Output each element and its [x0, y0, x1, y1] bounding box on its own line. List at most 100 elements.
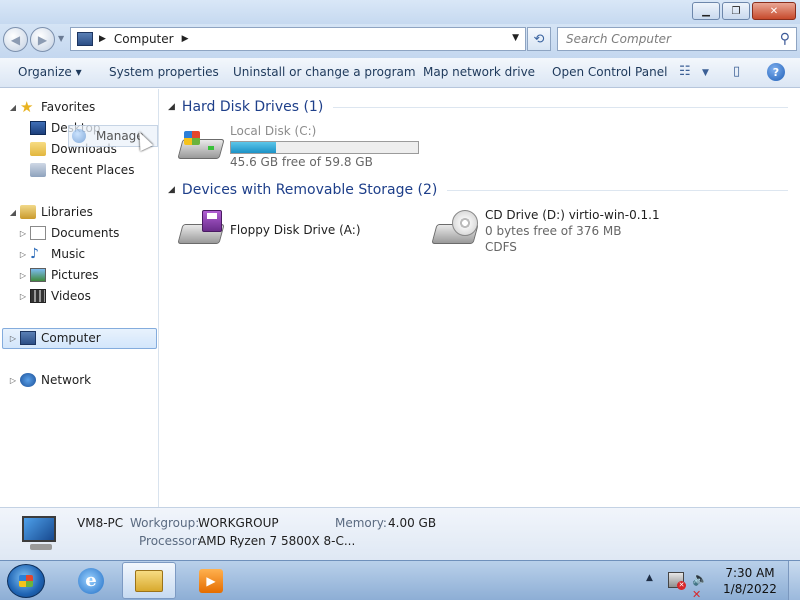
- breadcrumb-computer[interactable]: Computer: [114, 32, 174, 46]
- drive-free-space: 0 bytes free of 376 MB: [485, 224, 622, 238]
- network-status-icon[interactable]: ✕: [668, 572, 686, 590]
- nav-label: Libraries: [41, 205, 93, 219]
- windows-flag-icon: [184, 131, 200, 145]
- media-player-icon: ▶: [199, 568, 223, 593]
- drive-free-space: 45.6 GB free of 59.8 GB: [230, 155, 373, 169]
- close-button[interactable]: ✕: [752, 2, 796, 20]
- processor-label: Processor:: [139, 534, 201, 548]
- nav-label: Computer: [41, 331, 101, 345]
- back-button[interactable]: ◀: [3, 27, 28, 52]
- nav-favorites[interactable]: ◢ ★ Favorites: [8, 97, 95, 117]
- nav-pictures[interactable]: ▷ Pictures: [18, 265, 99, 285]
- nav-network[interactable]: ▷ Network: [8, 370, 91, 390]
- nav-label: Music: [51, 247, 86, 261]
- map-network-drive-button[interactable]: Map network drive: [423, 65, 535, 79]
- view-dropdown-icon[interactable]: ▼: [702, 68, 709, 78]
- processor-value: AMD Ryzen 7 5800X 8-C...: [198, 534, 356, 548]
- star-icon: ★: [20, 98, 34, 116]
- nav-music[interactable]: ▷ ♪ Music: [18, 244, 85, 264]
- recent-pages-dropdown[interactable]: ▼: [58, 34, 64, 43]
- uninstall-program-button[interactable]: Uninstall or change a program: [233, 65, 416, 79]
- system-properties-button[interactable]: System properties: [109, 65, 219, 79]
- cd-drive-icon: [431, 210, 479, 244]
- nav-libraries[interactable]: ◢ Libraries: [8, 202, 93, 222]
- nav-label: Documents: [51, 226, 120, 240]
- workgroup-value: WORKGROUP: [198, 516, 279, 530]
- disk-usage-bar: [230, 141, 419, 154]
- hard-disk-group-header[interactable]: ◢ Hard Disk Drives (1): [168, 97, 788, 117]
- organize-button[interactable]: Organize ▾: [18, 65, 82, 79]
- floppy-drive-item[interactable]: Floppy Disk Drive (A:): [160, 204, 410, 254]
- cd-drive-item[interactable]: CD Drive (D:) virtio-win-0.1.1 0 bytes f…: [430, 204, 730, 264]
- windows-logo-icon: [19, 575, 33, 587]
- refresh-icon: ⟲: [533, 31, 545, 47]
- group-divider: [447, 189, 788, 191]
- group-divider: [333, 106, 788, 108]
- nav-recent-places[interactable]: Recent Places: [28, 160, 134, 180]
- nav-documents[interactable]: ▷ Documents: [18, 223, 119, 243]
- libraries-icon: [20, 205, 36, 219]
- expanded-arrow-icon[interactable]: ◢: [168, 102, 175, 112]
- minimize-button[interactable]: ▁: [692, 2, 720, 20]
- address-bar[interactable]: ▶ Computer ▶ ▼: [70, 27, 526, 51]
- address-row: ◀ ▶ ▼ ▶ Computer ▶ ▼ ⟲ Search Computer ⚲: [0, 24, 800, 58]
- nav-label: Videos: [51, 289, 91, 303]
- address-dropdown-icon[interactable]: ▼: [512, 33, 519, 43]
- search-box[interactable]: Search Computer ⚲: [557, 27, 797, 51]
- details-pane: VM8-PC Workgroup: WORKGROUP Memory: 4.00…: [0, 507, 800, 560]
- taskbar: e ▶ ▲ ✕ 🔈✕ 7:30 AM 1/8/2022: [0, 560, 800, 600]
- breadcrumb-separator-icon[interactable]: ▶: [99, 34, 106, 44]
- collapsed-arrow-icon[interactable]: ▷: [18, 292, 28, 301]
- collapsed-arrow-icon[interactable]: ▷: [8, 376, 18, 385]
- taskbar-internet-explorer[interactable]: e: [64, 562, 118, 599]
- open-control-panel-button[interactable]: Open Control Panel: [552, 65, 667, 79]
- nav-videos[interactable]: ▷ Videos: [18, 286, 91, 306]
- collapsed-arrow-icon[interactable]: ▷: [8, 334, 18, 343]
- restore-button[interactable]: ❐: [722, 2, 750, 20]
- workgroup-label: Workgroup:: [130, 516, 200, 530]
- group-title: Devices with Removable Storage (2): [181, 182, 438, 198]
- show-desktop-button[interactable]: [788, 561, 800, 600]
- refresh-button[interactable]: ⟲: [527, 27, 551, 51]
- network-icon: [20, 373, 36, 387]
- taskbar-windows-explorer[interactable]: [122, 562, 176, 599]
- disk-usage-fill: [231, 142, 276, 153]
- forward-button[interactable]: ▶: [30, 27, 55, 52]
- view-options-icon[interactable]: ☷: [679, 64, 691, 79]
- breadcrumb-chevron-icon[interactable]: ▶: [182, 34, 189, 44]
- explorer-folder-icon: [135, 569, 163, 592]
- help-button[interactable]: ?: [767, 63, 785, 81]
- expanded-arrow-icon[interactable]: ◢: [168, 185, 175, 195]
- show-hidden-icons-button[interactable]: ▲: [646, 573, 653, 583]
- collapsed-arrow-icon[interactable]: ▷: [18, 229, 28, 238]
- taskbar-media-player[interactable]: ▶: [184, 562, 238, 599]
- volume-muted-icon[interactable]: 🔈✕: [692, 572, 708, 600]
- removable-storage-group-header[interactable]: ◢ Devices with Removable Storage (2): [168, 180, 788, 200]
- search-input[interactable]: Search Computer: [566, 32, 671, 46]
- start-button[interactable]: [7, 564, 45, 598]
- error-icon: ✕: [677, 581, 686, 590]
- clock-date: 1/8/2022: [723, 582, 777, 596]
- manage-icon: [72, 129, 86, 143]
- navigation-pane: ◢ ★ Favorites Desktop Downloads Recent P…: [0, 89, 159, 507]
- expanded-arrow-icon[interactable]: ◢: [8, 208, 18, 217]
- clock-time: 7:30 AM: [725, 566, 775, 580]
- nav-computer[interactable]: ▷ Computer: [8, 328, 101, 348]
- collapsed-arrow-icon[interactable]: ▷: [18, 250, 28, 259]
- clock[interactable]: 7:30 AM 1/8/2022: [722, 565, 778, 597]
- drive-filesystem: CDFS: [485, 240, 517, 254]
- command-bar: Organize ▾ System properties Uninstall o…: [0, 58, 800, 88]
- internet-explorer-icon: e: [78, 567, 104, 594]
- recent-places-icon: [30, 163, 46, 177]
- preview-pane-icon[interactable]: ▯: [733, 64, 740, 79]
- computer-icon: [77, 32, 93, 46]
- collapsed-arrow-icon[interactable]: ▷: [18, 271, 28, 280]
- nav-label: Network: [41, 373, 92, 387]
- forward-arrow-icon: ▶: [37, 32, 48, 47]
- computer-icon: [20, 331, 36, 345]
- floppy-drive-icon: [177, 210, 225, 244]
- search-icon[interactable]: ⚲: [780, 31, 790, 47]
- computer-monitor-icon: [18, 516, 62, 554]
- expanded-arrow-icon[interactable]: ◢: [8, 103, 18, 112]
- hard-drive-icon: [177, 131, 225, 161]
